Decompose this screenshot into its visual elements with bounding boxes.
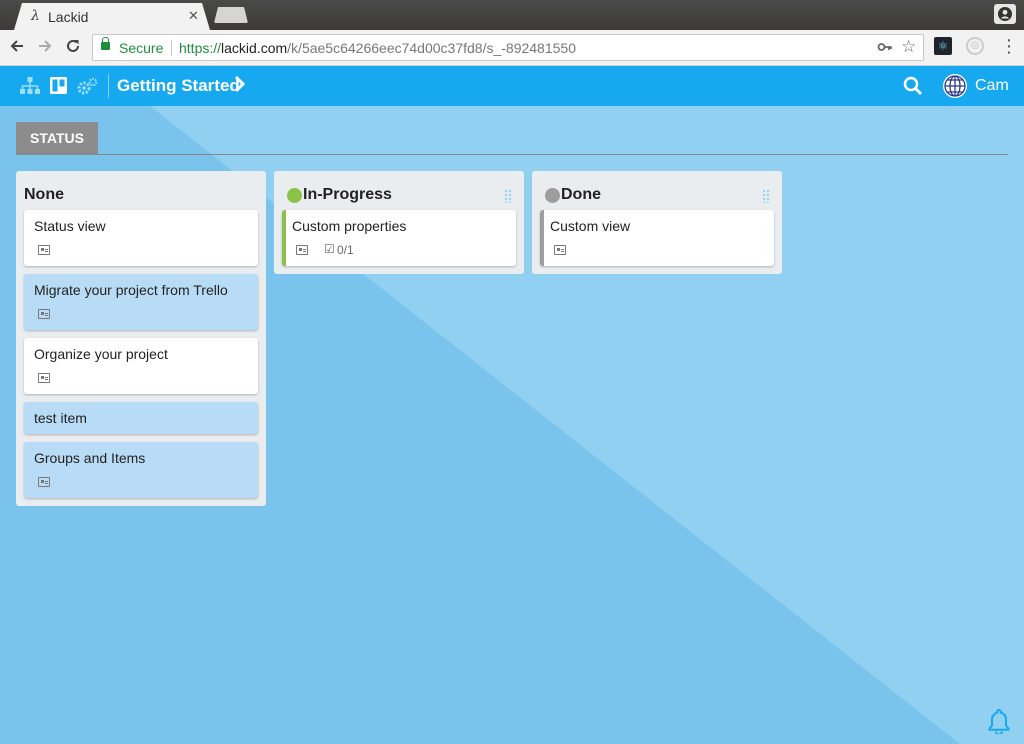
status-dot-gray [545,188,560,203]
column-title: None [24,186,64,203]
search-icon[interactable] [903,76,923,101]
browser-toolbar: Secure https://lackid.com/k/5ae5c64266ee… [0,30,1024,66]
user-name[interactable]: Cam [975,77,1009,95]
column-header[interactable]: None [24,177,258,209]
card-test-item[interactable]: test item [24,402,258,434]
settings-icon[interactable] [76,77,98,102]
card-title: Organize your project [34,346,168,362]
new-tab-button[interactable] [214,7,248,23]
react-devtools-icon[interactable]: ⚛ [934,37,952,55]
column-done: Done Custom view [532,171,782,274]
card-details-icon [554,245,566,255]
url-path: /k/5ae5c64266eec74d00c37fd8/s_-892481550 [287,40,576,56]
card-status-view[interactable]: Status view [24,210,258,266]
key-icon[interactable] [877,39,893,58]
bookmark-star-icon[interactable]: ☆ [901,37,916,57]
card-title: Custom properties [292,218,407,234]
board-icon[interactable] [50,77,67,99]
card-details-icon [296,245,308,255]
drag-handle-icon[interactable] [762,189,770,203]
card-custom-properties[interactable]: Custom properties ☑ 0/1 [282,210,516,266]
chevron-right-icon[interactable] [234,75,246,99]
card-details-icon [38,309,50,319]
card-title: Groups and Items [34,450,146,466]
column-header[interactable]: In-Progress [282,177,516,209]
address-bar[interactable]: Secure https://lackid.com/k/5ae5c64266ee… [92,34,924,61]
url-scheme: https:// [179,40,222,56]
profile-icon[interactable] [994,4,1016,24]
card-groups-and-items[interactable]: Groups and Items [24,442,258,498]
drag-handle-icon[interactable] [504,189,512,203]
card-details-icon [38,245,50,255]
card-title: test item [34,410,87,426]
status-view-tab[interactable]: STATUS [16,122,98,154]
back-arrow-icon[interactable] [8,37,26,59]
column-title: In-Progress [303,186,392,203]
board-area: STATUS None Status view Migrate your pro… [0,106,1024,744]
browser-tab-bar: λ Lackid ✕ [0,0,1024,30]
column-header[interactable]: Done [540,177,774,209]
extension-icon[interactable]: ◎ [966,37,984,55]
forward-arrow-icon[interactable] [36,37,54,59]
board-title[interactable]: Getting Started [117,76,240,96]
card-title: Migrate your project from Trello [34,282,228,298]
tab-title: Lackid [48,9,89,25]
column-in-progress: In-Progress Custom properties ☑ 0/1 [274,171,524,274]
card-title: Custom view [550,218,631,234]
app-header: Getting Started Cam [0,66,1024,106]
status-dot-green [287,188,302,203]
column-none: None Status view Migrate your project fr… [16,171,266,506]
card-details-icon [38,477,50,487]
secure-label: Secure [119,40,164,56]
status-divider [16,154,1008,155]
user-avatar[interactable] [943,74,967,98]
card-organize-project[interactable]: Organize your project [24,338,258,394]
checklist-count: 0/1 [337,243,354,257]
browser-menu-icon[interactable]: ⋮ [1000,36,1018,56]
browser-tab[interactable]: λ Lackid ✕ [14,3,210,30]
omnibox-divider [171,40,172,56]
lackid-favicon-icon: λ [31,8,40,24]
card-migrate-from-trello[interactable]: Migrate your project from Trello [24,274,258,330]
card-details-icon [38,373,50,383]
hierarchy-icon[interactable] [20,77,40,100]
header-divider [108,74,109,98]
url-host: lackid.com [221,40,288,56]
card-custom-view[interactable]: Custom view [540,210,774,266]
reload-icon[interactable] [64,37,82,59]
close-tab-icon[interactable]: ✕ [188,8,199,24]
lock-icon [101,37,110,50]
checklist-icon: ☑ [324,242,335,256]
notification-bell-icon[interactable] [988,708,1010,739]
column-title: Done [561,186,601,203]
card-title: Status view [34,218,106,234]
url-text[interactable]: https://lackid.com/k/5ae5c64266eec74d00c… [179,40,576,56]
